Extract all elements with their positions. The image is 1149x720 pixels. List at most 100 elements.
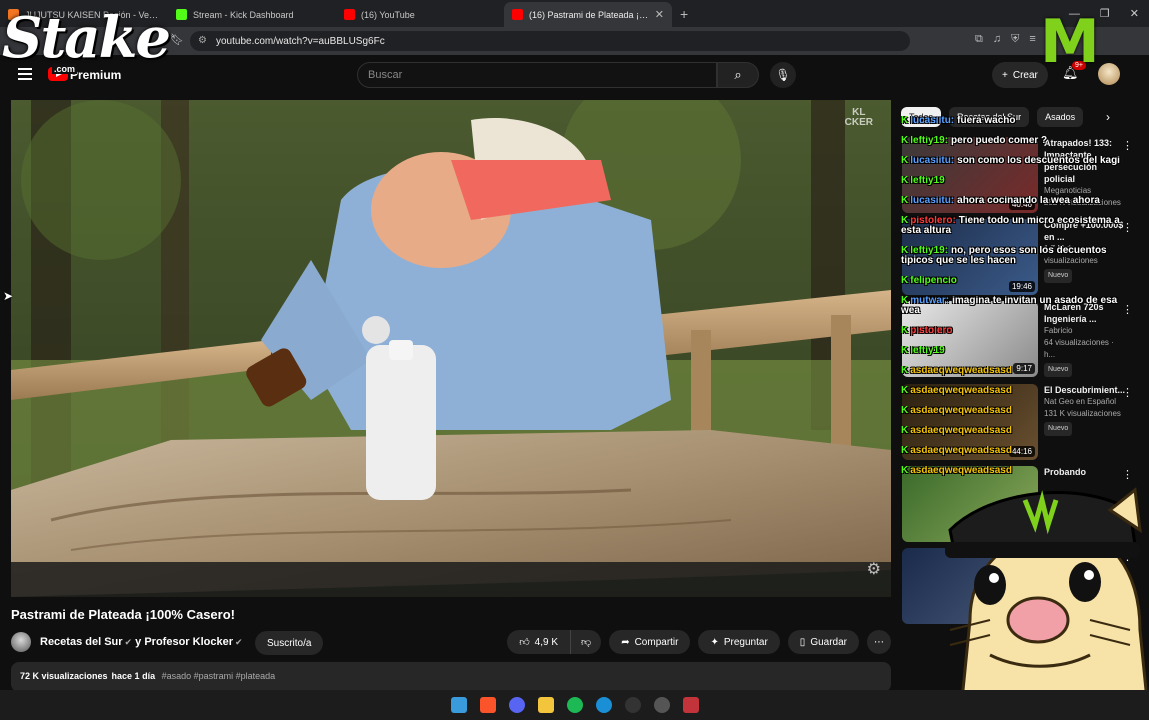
chat-username: leftiy19: xyxy=(910,136,949,146)
chat-username: asdaeqweqweadsasd xyxy=(910,386,1012,396)
chat-message: Kasdaeqweqweadsasd xyxy=(901,406,1136,416)
save-button[interactable]: ▯ Guardar xyxy=(787,630,859,654)
voice-search-button[interactable]: 🎙︎ xyxy=(770,62,796,88)
user-avatar[interactable] xyxy=(1098,63,1120,85)
youtube-header: Premium Buscar ⌕ 🎙︎ + Crear 🔔︎ 9+ xyxy=(0,55,1149,97)
like-dislike-group: 👍︎ 4,9 K 👎︎ xyxy=(507,630,602,654)
microphone-icon: 🎙︎ xyxy=(775,68,791,82)
ask-button[interactable]: ✦ Preguntar xyxy=(698,630,780,654)
kick-badge-icon: K xyxy=(901,326,909,336)
chat-message: Kfelipencio xyxy=(901,276,1136,286)
video-actions: 👍︎ 4,9 K 👎︎ ➦ Compartir ✦ Preguntar ▯ Gu… xyxy=(507,630,891,654)
shield-icon[interactable]: ⛨ xyxy=(1011,33,1019,46)
chat-username: asdaeqweqweadsasd xyxy=(910,366,1012,376)
video-title: Pastrami de Plateada ¡100% Casero! xyxy=(11,607,235,622)
screen: JUJUTSU KAISEN Pasión - Ver en Crunchyro… xyxy=(0,0,1149,720)
kick-badge-icon: K xyxy=(901,366,909,376)
windows-taskbar xyxy=(0,690,1149,720)
chat-message: Kasdaeqweqweadsasd xyxy=(901,426,1136,436)
share-button[interactable]: ➦ Compartir xyxy=(609,630,691,654)
close-window-icon[interactable]: ✕ xyxy=(1130,7,1139,20)
tab-title: (16) Pastrami de Plateada ¡100% Casero! … xyxy=(529,9,649,20)
menu-icon[interactable]: ≡ xyxy=(1029,33,1035,46)
kick-badge-icon: K xyxy=(901,426,909,436)
new-tab-button[interactable]: + xyxy=(672,6,696,27)
extensions-toolbar: ⧉ ♫ ⛨ ≡ xyxy=(975,33,1036,46)
hashtags[interactable]: #asado #pastrami #plateada xyxy=(162,671,276,681)
extensions-icon[interactable]: ⧉ xyxy=(975,33,983,46)
chat-username: leftiy19 xyxy=(910,176,945,186)
kick-badge-icon: K xyxy=(901,276,909,286)
video-player[interactable]: KL CKER ⚙ xyxy=(11,100,891,597)
view-count: 72 K visualizaciones xyxy=(20,671,108,681)
kick-icon xyxy=(176,9,187,20)
video-frame xyxy=(11,100,891,597)
chat-username: felipencio xyxy=(910,276,957,286)
share-arrow-icon: ➦ xyxy=(621,636,630,648)
channel-name-1[interactable]: Recetas del Sur xyxy=(40,636,123,648)
chat-message: Kleftiy19 xyxy=(901,176,1136,186)
chat-username: asdaeqweqweadsasd xyxy=(910,446,1012,456)
vpn-icon[interactable] xyxy=(682,697,699,713)
chat-message: Klucasiitu: fuera wacho xyxy=(901,116,1136,126)
site-info-icon[interactable]: ⚙ xyxy=(198,35,207,46)
browser-tab-active[interactable]: (16) Pastrami de Plateada ¡100% Casero! … xyxy=(504,2,672,27)
upload-age: hace 1 día xyxy=(111,671,156,681)
folder-icon[interactable] xyxy=(537,697,554,713)
stake-com-label: .com xyxy=(52,64,78,74)
chat-message: Klucasiitu: ahora cocinando la wea ahora xyxy=(901,196,1136,206)
browser-tab[interactable]: Stream - Kick Dashboard xyxy=(168,2,336,27)
channel-name-2[interactable]: Profesor Klocker xyxy=(144,636,233,648)
kick-badge-icon: K xyxy=(901,116,909,126)
kick-badge-icon: K xyxy=(901,446,909,456)
share-label: Compartir xyxy=(634,636,679,648)
more-actions-button[interactable]: ⋯ xyxy=(867,630,891,654)
search-button[interactable]: ⌕ xyxy=(717,62,759,88)
bookmark-icon: ▯ xyxy=(799,636,806,648)
save-label: Guardar xyxy=(810,636,847,648)
kick-badge-icon: K xyxy=(901,386,909,396)
youtube-icon xyxy=(512,9,523,20)
settings-gear-icon[interactable]: ⚙ xyxy=(867,559,881,579)
like-button[interactable]: 👍︎ 4,9 K xyxy=(507,630,572,654)
plus-icon: + xyxy=(1002,69,1008,81)
chat-username: leftiy19 xyxy=(910,346,945,356)
obs-icon[interactable] xyxy=(624,697,641,713)
chat-text: pero puedo comer ? xyxy=(951,136,1048,146)
chat-username: lucasiitu: xyxy=(910,116,955,126)
chat-message: Kasdaeqweqweadsasd xyxy=(901,366,1136,376)
dislike-button[interactable]: 👎︎ xyxy=(571,630,602,654)
chat-username: lucasiitu: xyxy=(910,156,955,166)
subscribe-button[interactable]: Suscrito/a xyxy=(255,631,324,655)
like-count: 4,9 K xyxy=(534,636,559,648)
chat-message: Kleftiy19: pero puedo comer ? xyxy=(901,136,1136,146)
channel-name[interactable]: Recetas del Sur ✔ y Profesor Klocker ✔ xyxy=(40,636,243,648)
bookmark-icon[interactable]: 🔖︎ xyxy=(170,33,184,46)
chat-message: Kpistolero xyxy=(901,326,1136,336)
discord-icon[interactable] xyxy=(508,697,525,713)
chat-username: asdaeqweqweadsasd xyxy=(910,426,1012,436)
spotify-icon[interactable] xyxy=(566,697,583,713)
maximize-icon[interactable]: ❐ xyxy=(1100,7,1110,20)
stake-logo: Stake xyxy=(2,5,171,71)
kick-badge-icon: K xyxy=(901,156,909,166)
search-input[interactable]: Buscar xyxy=(357,62,717,88)
channel-avatar[interactable] xyxy=(11,632,31,652)
channel-joiner: y xyxy=(135,636,142,648)
tab-title: (16) YouTube xyxy=(361,9,415,20)
edge-icon[interactable] xyxy=(595,697,612,713)
kick-badge-icon: K xyxy=(901,136,909,146)
verified-icon: ✔ xyxy=(124,637,133,647)
watermark-line: CKER xyxy=(844,117,873,128)
brave-icon[interactable] xyxy=(479,697,496,713)
windows-icon[interactable] xyxy=(450,697,467,713)
address-bar[interactable]: ⚙ youtube.com/watch?v=auBBLUSg6Fc xyxy=(190,31,910,51)
browser-tab[interactable]: (16) YouTube xyxy=(336,2,504,27)
chat-text: ahora cocinando la wea ahora xyxy=(957,196,1100,206)
media-icon[interactable]: ♫ xyxy=(993,33,1001,46)
address-row: 🔖︎ ⚙ youtube.com/watch?v=auBBLUSg6Fc ⧉ ♫… xyxy=(0,27,1149,55)
app-icon[interactable] xyxy=(653,697,670,713)
description-box[interactable]: 72 K visualizaciones hace 1 día #asado #p… xyxy=(11,662,891,692)
close-tab-icon[interactable]: ✕ xyxy=(655,8,664,21)
chat-message: Kmutwar: imagina te invitan un asado de e… xyxy=(901,296,1136,316)
